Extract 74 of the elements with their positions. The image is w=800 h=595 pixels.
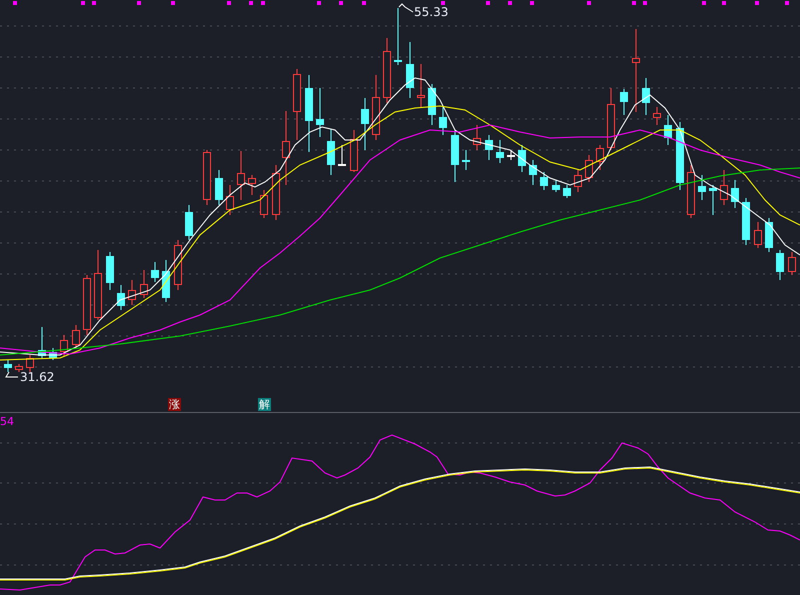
candlestick (788, 252, 796, 276)
candlestick (664, 114, 672, 146)
candlestick (439, 106, 447, 136)
candlestick (776, 250, 784, 280)
candlestick (451, 130, 459, 182)
low-price-label: 31.62 (20, 370, 54, 384)
candlestick (4, 360, 12, 372)
candlestick (151, 262, 159, 282)
candlestick (642, 78, 650, 116)
candlestick (174, 240, 182, 290)
candlestick (117, 284, 125, 310)
candlestick (185, 204, 193, 240)
candlestick (687, 164, 695, 218)
candlestick (372, 74, 380, 140)
candlestick (316, 88, 324, 138)
candlestick (720, 170, 728, 206)
candlestick (496, 140, 504, 164)
candlestick (653, 106, 661, 126)
candlestick (406, 42, 414, 98)
candlestick (765, 218, 773, 252)
candlestick (260, 190, 268, 218)
candlestick (552, 180, 560, 192)
candlestick (428, 84, 436, 126)
leader-line (5, 372, 18, 378)
candlestick (529, 160, 537, 186)
candlestick (361, 98, 369, 150)
candlestick (754, 222, 762, 248)
candlestick (620, 88, 628, 116)
candlestick (585, 154, 593, 182)
candlestick (72, 324, 80, 348)
candlestick (574, 170, 582, 192)
candlestick (215, 170, 223, 206)
candlestick (473, 124, 481, 150)
candlestick (60, 334, 68, 356)
candlestick (162, 260, 170, 302)
high-price-label: 55.33 (414, 5, 448, 19)
candlestick (338, 144, 346, 166)
candlestick (596, 144, 604, 170)
candlestick (26, 354, 34, 372)
candlestick (248, 174, 256, 196)
candlestick (350, 130, 358, 172)
candlestick (563, 184, 571, 198)
candlestick (94, 250, 102, 320)
candlestick (394, 8, 402, 66)
candlestick (293, 68, 301, 140)
event-marker[interactable]: 解 (258, 398, 271, 411)
candlestick (540, 172, 548, 190)
candlestick (327, 128, 335, 176)
candlestick (607, 88, 615, 150)
candlestick (272, 164, 280, 220)
candlestick (507, 150, 515, 160)
candlestick (709, 184, 717, 216)
candlestick (383, 38, 391, 104)
candlestick (742, 198, 750, 246)
candlestick (462, 150, 470, 170)
event-marker[interactable]: 涨 (168, 398, 181, 411)
candlestick (203, 150, 211, 206)
candlestick (676, 122, 684, 190)
indicator-value: 54 (0, 415, 14, 428)
candlestick (38, 326, 46, 358)
candlestick (518, 144, 526, 172)
candlestick (49, 348, 57, 360)
candlestick (237, 150, 245, 200)
candlestick (485, 134, 493, 160)
candlestick (417, 64, 425, 108)
candlestick (140, 270, 148, 298)
candlestick (731, 180, 739, 208)
candlestick (83, 274, 91, 336)
candlestick (128, 280, 136, 306)
candlestick (106, 252, 114, 290)
candlestick (226, 184, 234, 216)
leader-line (398, 3, 414, 12)
candlestick (15, 364, 23, 372)
candlestick (698, 174, 706, 200)
